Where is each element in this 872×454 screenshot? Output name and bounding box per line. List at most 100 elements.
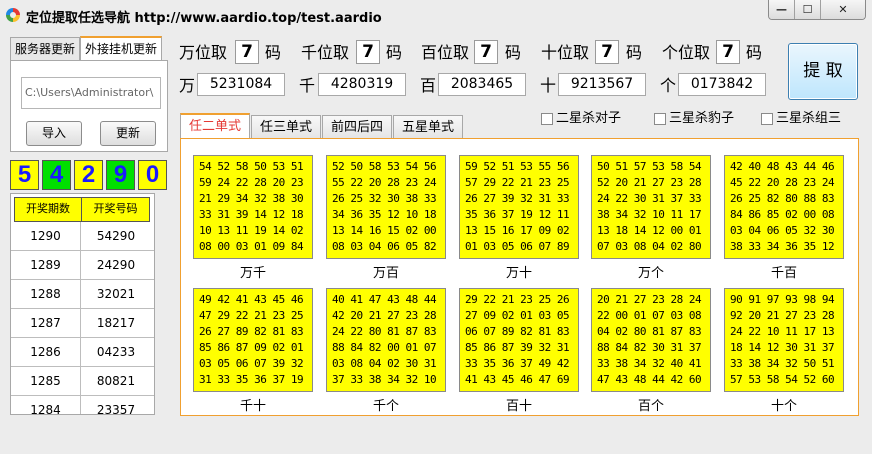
period-cell: 1285: [11, 367, 81, 395]
combo-numbers[interactable]: 29 22 21 23 25 26 27 09 02 01 03 05 06 0…: [459, 288, 579, 392]
minimize-button[interactable]: —: [769, 0, 795, 19]
tab-any-three[interactable]: 任三单式: [251, 115, 322, 139]
checkbox-icon[interactable]: [541, 113, 553, 125]
qian-suffix-label: 码: [386, 43, 403, 62]
shi-digits-field[interactable]: 9213567: [558, 73, 646, 96]
period-cell: 1284: [11, 396, 81, 414]
digit-box: 4: [42, 160, 71, 190]
wan-digits-field[interactable]: 5231084: [197, 73, 285, 96]
qian-count-input[interactable]: 7: [356, 40, 380, 64]
combo-numbers[interactable]: 40 41 47 43 48 44 42 20 21 27 23 28 24 2…: [326, 288, 446, 392]
table-row[interactable]: 1285 80821: [11, 367, 154, 396]
history-table[interactable]: 开奖期数 开奖号码 1290 54290 1289 24290 1288 32021 …: [10, 193, 155, 415]
tab-five-star[interactable]: 五星单式: [393, 115, 464, 139]
bai-suffix-label: 码: [505, 43, 522, 62]
combo-label: 十个: [770, 399, 797, 414]
combo-label: 千百: [770, 266, 797, 281]
combo-card: 42 40 48 43 44 46 45 22 20 28 23 24 26 2…: [724, 155, 844, 281]
table-row[interactable]: 1289 24290: [11, 251, 154, 280]
import-button[interactable]: 导入: [26, 121, 82, 146]
combo-numbers[interactable]: 90 91 97 93 98 94 92 20 21 27 23 28 24 2…: [724, 288, 844, 392]
combo-label: 万千: [239, 266, 266, 281]
combo-label: 百十: [505, 399, 532, 414]
combo-numbers[interactable]: 52 50 58 53 54 56 55 22 20 28 23 24 26 2…: [326, 155, 446, 259]
table-row[interactable]: 1287 18217: [11, 309, 154, 338]
period-cell: 1288: [11, 280, 81, 308]
combo-label: 千十: [239, 399, 266, 414]
combo-label: 百个: [637, 399, 664, 414]
tab-front-back-four[interactable]: 前四后四: [322, 115, 393, 139]
tab-external-update[interactable]: 外接挂机更新: [80, 36, 163, 60]
combo-card: 20 21 27 23 28 24 22 00 01 07 03 08 04 0…: [591, 288, 711, 414]
option-kill-group3[interactable]: 三星杀组三: [761, 111, 841, 127]
maximize-button[interactable]: ☐: [795, 0, 821, 19]
combo-numbers[interactable]: 50 51 57 53 58 54 52 20 21 27 23 28 24 2…: [591, 155, 711, 259]
option-label: 二星杀对子: [556, 111, 622, 126]
table-row[interactable]: 1290 54290: [11, 222, 154, 251]
shi-position-label: 十位取: [541, 43, 590, 62]
checkbox-icon[interactable]: [654, 113, 666, 125]
option-kill-triples[interactable]: 三星杀豹子: [654, 111, 734, 127]
number-cell: 54290: [96, 229, 136, 243]
left-tab-strip: 服务器更新 外接挂机更新: [10, 36, 163, 60]
combo-card: 49 42 41 43 45 46 47 29 22 21 23 25 26 2…: [193, 288, 313, 414]
option-label: 三星杀组三: [776, 111, 842, 126]
combo-card: 90 91 97 93 98 94 92 20 21 27 23 28 24 2…: [724, 288, 844, 414]
app-icon: [6, 8, 20, 22]
combo-numbers[interactable]: 20 21 27 23 28 24 22 00 01 07 03 08 04 0…: [591, 288, 711, 392]
wan-suffix-label: 码: [265, 43, 282, 62]
option-kill-pairs[interactable]: 二星杀对子: [541, 111, 621, 127]
combo-card: 59 52 51 53 55 56 57 29 22 21 23 25 26 2…: [459, 155, 579, 281]
combo-card: 50 51 57 53 58 54 52 20 21 27 23 28 24 2…: [591, 155, 711, 281]
close-button[interactable]: ✕: [821, 0, 865, 19]
combo-card: 54 52 58 50 53 51 59 24 22 28 20 23 21 2…: [193, 155, 313, 281]
column-header-period: 开奖期数: [14, 197, 82, 222]
ge-position-label: 个位取: [662, 43, 711, 62]
left-update-panel: C:\Users\Administrator\ 导入 更新: [10, 60, 168, 152]
combo-card: 52 50 58 53 54 56 55 22 20 28 23 24 26 2…: [326, 155, 446, 281]
window-title: 定位提取任选导航 http://www.aardio.top/test.aard…: [26, 11, 382, 26]
shi-count-input[interactable]: 7: [595, 40, 619, 64]
digit-box: 9: [106, 160, 135, 190]
bai-short-label: 百: [420, 76, 437, 95]
number-cell: 23357: [96, 403, 136, 415]
extract-button[interactable]: 提 取: [788, 43, 858, 100]
number-cell: 24290: [96, 258, 136, 272]
table-row[interactable]: 1286 04233: [11, 338, 154, 367]
combination-panel: 54 52 58 50 53 51 59 24 22 28 20 23 21 2…: [180, 138, 859, 416]
bai-digits-field[interactable]: 2083465: [438, 73, 526, 96]
tab-any-two[interactable]: 任二单式: [180, 113, 251, 139]
tab-server-update[interactable]: 服务器更新: [10, 37, 81, 60]
ge-count-input[interactable]: 7: [716, 40, 740, 64]
history-header: 开奖期数 开奖号码: [14, 197, 154, 222]
combo-numbers[interactable]: 42 40 48 43 44 46 45 22 20 28 23 24 26 2…: [724, 155, 844, 259]
table-row[interactable]: 1284 23357: [11, 396, 154, 415]
ge-digits-field[interactable]: 0173842: [678, 73, 766, 96]
option-label: 三星杀豹子: [669, 111, 735, 126]
path-input[interactable]: C:\Users\Administrator\: [21, 77, 161, 109]
table-row[interactable]: 1288 32021: [11, 280, 154, 309]
combo-card: 29 22 21 23 25 26 27 09 02 01 03 05 06 0…: [459, 288, 579, 414]
update-button[interactable]: 更新: [100, 121, 156, 146]
wan-count-input[interactable]: 7: [235, 40, 259, 64]
period-cell: 1286: [11, 338, 81, 366]
number-cell: 18217: [96, 316, 136, 330]
number-cell: 80821: [96, 374, 136, 388]
combo-numbers[interactable]: 59 52 51 53 55 56 57 29 22 21 23 25 26 2…: [459, 155, 579, 259]
digit-box: 5: [10, 160, 39, 190]
latest-digits: 5 4 2 9 0: [10, 160, 170, 190]
title-bar: 定位提取任选导航 http://www.aardio.top/test.aard…: [0, 0, 872, 30]
combo-label: 千个: [372, 399, 399, 414]
combo-numbers[interactable]: 49 42 41 43 45 46 47 29 22 21 23 25 26 2…: [193, 288, 313, 392]
qian-short-label: 千: [299, 76, 316, 95]
checkbox-icon[interactable]: [761, 113, 773, 125]
main-tab-strip: 任二单式 任三单式 前四后四 五星单式: [180, 113, 464, 139]
bai-count-input[interactable]: 7: [474, 40, 498, 64]
wan-position-label: 万位取: [179, 43, 228, 62]
period-cell: 1287: [11, 309, 81, 337]
shi-suffix-label: 码: [626, 43, 643, 62]
qian-digits-field[interactable]: 4280319: [318, 73, 406, 96]
combo-label: 万十: [505, 266, 532, 281]
qian-position-label: 千位取: [301, 43, 350, 62]
combo-numbers[interactable]: 54 52 58 50 53 51 59 24 22 28 20 23 21 2…: [193, 155, 313, 259]
